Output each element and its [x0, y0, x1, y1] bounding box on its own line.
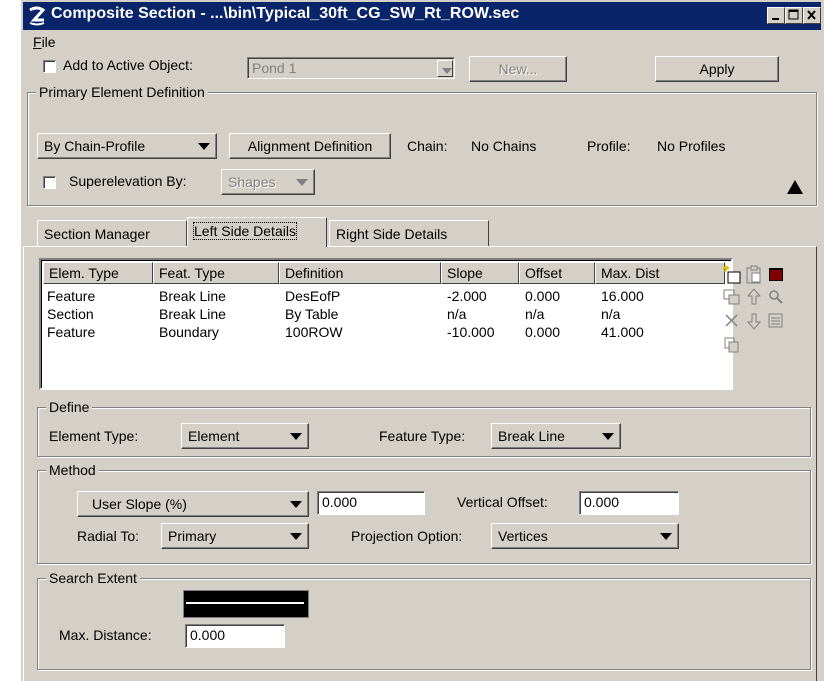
- cell-elem-type: Feature: [47, 324, 96, 340]
- vertical-offset-label: Vertical Offset:: [457, 494, 548, 510]
- close-icon: [807, 10, 816, 20]
- column-header-definition[interactable]: Definition: [279, 262, 441, 284]
- delete-icon[interactable]: [721, 310, 743, 332]
- projection-option-label: Projection Option:: [351, 528, 463, 544]
- tab-section-manager[interactable]: Section Manager: [37, 220, 187, 246]
- line-style-swatch[interactable]: [183, 590, 309, 618]
- chevron-down-icon: [198, 143, 210, 150]
- maximize-icon: [788, 9, 799, 20]
- feature-type-combo[interactable]: Break Line: [491, 423, 621, 449]
- maximize-button[interactable]: [785, 7, 803, 24]
- cell-elem-type: Feature: [47, 288, 96, 304]
- column-header-slope[interactable]: Slope: [441, 262, 519, 284]
- column-header-max-dist[interactable]: Max. Dist: [595, 262, 725, 284]
- properties-icon[interactable]: [765, 310, 787, 332]
- cell-feat-type: Break Line: [159, 306, 226, 322]
- cell-definition: 100ROW: [285, 324, 343, 340]
- search-extent-title: Search Extent: [46, 570, 140, 586]
- element-type-combo[interactable]: Element: [181, 423, 309, 449]
- by-chain-profile-button[interactable]: By Chain-Profile: [37, 133, 217, 159]
- cell-offset: 0.000: [525, 324, 561, 340]
- column-header-elem-type[interactable]: Elem. Type: [43, 262, 153, 284]
- window-icon[interactable]: [765, 264, 787, 286]
- superelevation-combo[interactable]: Shapes: [221, 169, 315, 195]
- cell-slope: n/a: [447, 306, 467, 322]
- chevron-down-icon: [660, 533, 672, 540]
- cell-slope: -10.000: [447, 324, 495, 340]
- column-header-offset[interactable]: Offset: [519, 262, 595, 284]
- max-distance-input[interactable]: 0.000: [185, 624, 285, 648]
- apply-button[interactable]: Apply: [655, 56, 779, 82]
- slope-mode-combo[interactable]: User Slope (%): [77, 491, 309, 517]
- minimize-icon: [772, 18, 779, 20]
- zoom-icon[interactable]: [765, 286, 787, 308]
- cell-elem-type: Section: [47, 306, 94, 322]
- method-group: Method: [37, 462, 811, 564]
- chevron-down-icon: [290, 533, 302, 540]
- tab-left-side-details[interactable]: Left Side Details: [187, 217, 327, 247]
- superelevation-label: Superelevation By:: [69, 173, 187, 189]
- composite-section-window: Composite Section - ...\bin\Typical_30ft…: [20, 0, 824, 681]
- move-up-icon[interactable]: [743, 286, 765, 308]
- cell-offset: n/a: [525, 306, 545, 322]
- window-title: Composite Section - ...\bin\Typical_30ft…: [51, 5, 520, 22]
- cell-definition: By Table: [285, 306, 339, 322]
- details-table[interactable]: Elem. Type Feat. Type Definition Slope O…: [39, 258, 733, 390]
- cell-max-dist: 41.000: [601, 324, 644, 340]
- primary-element-definition-title: Primary Element Definition: [36, 84, 208, 100]
- define-title: Define: [46, 399, 93, 415]
- app-logo-icon: [29, 6, 46, 26]
- vertical-offset-input[interactable]: 0.000: [579, 491, 679, 515]
- line-style-line: [186, 602, 304, 604]
- add-new-icon[interactable]: [721, 264, 743, 286]
- cell-max-dist: n/a: [601, 306, 621, 322]
- profile-value: No Profiles: [657, 138, 726, 154]
- move-down-icon[interactable]: [743, 310, 765, 332]
- minimize-button[interactable]: [767, 7, 785, 24]
- search-extent-group: Search Extent: [37, 570, 811, 670]
- menu-file[interactable]: File: [33, 34, 56, 50]
- radial-to-label: Radial To:: [77, 528, 140, 544]
- add-to-active-checkbox[interactable]: [43, 60, 56, 73]
- slope-value-input[interactable]: 0.000: [317, 491, 425, 515]
- chain-value: No Chains: [471, 138, 537, 154]
- cell-slope: -2.000: [447, 288, 487, 304]
- add-to-active-label: Add to Active Object:: [63, 57, 193, 73]
- max-distance-label: Max. Distance:: [59, 627, 152, 643]
- method-title: Method: [46, 462, 99, 478]
- chevron-down-icon: [290, 433, 302, 440]
- active-object-dropdown-arrow[interactable]: [437, 60, 453, 77]
- superelevation-checkbox[interactable]: [43, 176, 56, 189]
- chevron-down-icon: [296, 179, 308, 186]
- profile-label: Profile:: [587, 138, 631, 154]
- title-bar[interactable]: Composite Section - ...\bin\Typical_30ft…: [23, 2, 821, 30]
- cell-offset: 0.000: [525, 288, 561, 304]
- close-button[interactable]: [803, 7, 821, 24]
- tab-right-side-details[interactable]: Right Side Details: [329, 220, 489, 246]
- active-object-combo[interactable]: Pond 1: [247, 57, 455, 79]
- copy-icon[interactable]: [721, 286, 743, 308]
- radial-to-combo[interactable]: Primary: [161, 523, 309, 549]
- paste-icon[interactable]: [743, 264, 765, 286]
- feature-type-label: Feature Type:: [379, 428, 466, 444]
- alignment-definition-button[interactable]: Alignment Definition: [229, 133, 391, 159]
- chevron-down-icon: [442, 68, 452, 74]
- cell-max-dist: 16.000: [601, 288, 644, 304]
- new-button[interactable]: New...: [469, 56, 567, 82]
- collapse-up-arrow-icon[interactable]: [787, 180, 803, 194]
- element-type-label: Element Type:: [49, 428, 139, 444]
- projection-option-combo[interactable]: Vertices: [491, 523, 679, 549]
- column-header-feat-type[interactable]: Feat. Type: [153, 262, 279, 284]
- chevron-down-icon: [602, 433, 614, 440]
- duplicate-icon[interactable]: [721, 334, 743, 356]
- chain-label: Chain:: [407, 138, 448, 154]
- chevron-down-icon: [290, 501, 302, 508]
- cell-definition: DesEofP: [285, 288, 341, 304]
- cell-feat-type: Boundary: [159, 324, 219, 340]
- menu-bar: File: [23, 32, 821, 54]
- cell-feat-type: Break Line: [159, 288, 226, 304]
